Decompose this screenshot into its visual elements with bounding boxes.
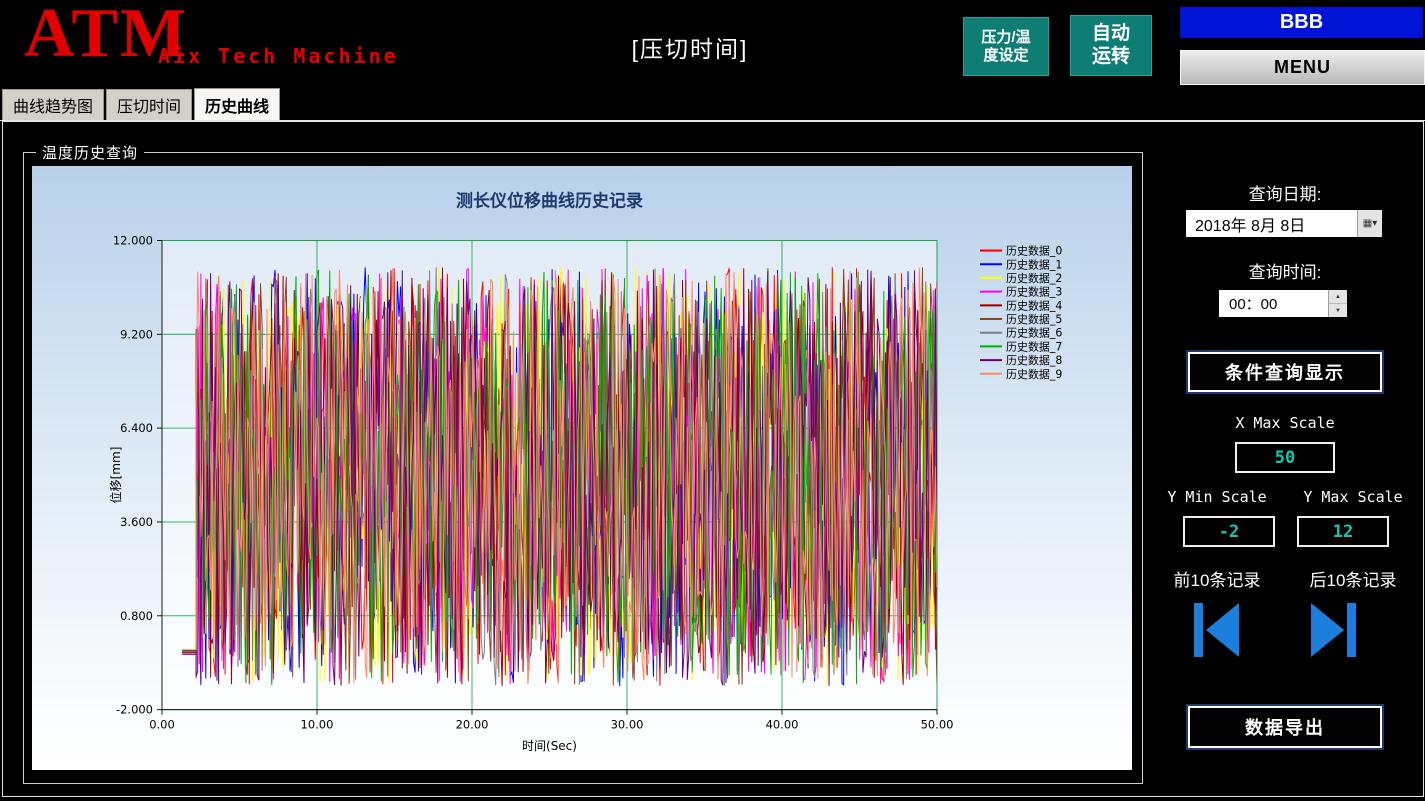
pressure-temp-settings-button[interactable]: 压力/温 度设定 [963,17,1049,76]
time-input[interactable]: 00：00 ▲ ▼ [1219,290,1347,317]
x-max-scale-label: X Max Scale [1235,414,1335,432]
svg-text:历史数据_5: 历史数据_5 [1006,312,1062,326]
svg-text:历史数据_1: 历史数据_1 [1006,257,1062,271]
svg-text:时间(Sec): 时间(Sec) [522,739,577,753]
svg-text:0.00: 0.00 [149,718,175,732]
spinner-up-icon[interactable]: ▲ [1329,290,1347,304]
temperature-history-groupbox: 温度历史查询 测长仪位移曲线历史记录 -2.000 0.800 3.600 6.400 9… [23,142,1143,784]
svg-text:6.400: 6.400 [120,421,153,435]
time-value: 00：00 [1229,296,1278,313]
query-display-button[interactable]: 条件查询显示 [1188,352,1382,392]
y-max-scale-input[interactable]: 12 [1297,516,1389,547]
date-picker[interactable]: 2018年 8月 8日 ▦▾ [1186,210,1382,237]
content-frame: 温度历史查询 测长仪位移曲线历史记录 -2.000 0.800 3.600 6.400 9… [2,121,1424,797]
svg-text:历史数据_7: 历史数据_7 [1006,339,1062,353]
svg-text:位移[mm]: 位移[mm] [108,447,123,504]
prev-records-label: 前10条记录 [1173,571,1261,590]
svg-text:历史数据_9: 历史数据_9 [1006,367,1062,381]
y-min-scale-label: Y Min Scale [1167,488,1267,506]
svg-text:历史数据_0: 历史数据_0 [1006,244,1062,258]
prev-page-icon[interactable] [1191,602,1243,658]
svg-text:9.200: 9.200 [120,327,153,341]
tab-curve-trend[interactable]: 曲线趋势图 [2,89,105,121]
svg-text:历史数据_2: 历史数据_2 [1006,271,1062,285]
next-records-label: 后10条记录 [1309,571,1397,590]
history-chart: 测长仪位移曲线历史记录 -2.000 0.800 3.600 6.400 9.200 12.… [32,166,1132,770]
pressure-temp-line1: 压力/温 [981,28,1031,46]
time-spinner: ▲ ▼ [1328,290,1347,317]
svg-text:3.600: 3.600 [120,515,153,529]
tab-press-time[interactable]: 压切时间 [106,89,193,121]
auto-run-line2: 运转 [1091,45,1130,67]
svg-text:50.00: 50.00 [921,718,954,732]
query-time-label: 查询时间: [1248,263,1322,282]
svg-text:40.00: 40.00 [766,718,799,732]
y-max-scale-label: Y Max Scale [1303,488,1403,506]
auto-run-line1: 自动 [1091,22,1130,44]
menu-button[interactable]: MENU [1180,50,1425,85]
next-page-icon[interactable] [1307,602,1359,658]
logo-subtitle: Aix Tech Machine [158,44,399,68]
page-title: [压切时间] [631,36,749,62]
svg-text:历史数据_4: 历史数据_4 [1006,298,1062,312]
pressure-temp-line2: 度设定 [983,46,1029,64]
y-min-scale-input[interactable]: -2 [1183,516,1275,547]
svg-text:历史数据_6: 历史数据_6 [1006,326,1062,340]
screen: ATM Aix Tech Machine [压切时间] 压力/温 度设定 自动 … [0,0,1425,801]
query-date-label: 查询日期: [1248,185,1322,204]
svg-text:12.000: 12.000 [113,233,153,247]
svg-text:30.00: 30.00 [611,718,644,732]
tabstrip: 曲线趋势图 压切时间 历史曲线 [2,88,282,121]
query-panel: 查询日期: 2018年 8月 8日 ▦▾ 查询时间: 00：00 ▲ ▼ 条件查… [1149,152,1421,782]
data-export-button[interactable]: 数据导出 [1188,706,1382,748]
bbb-indicator: BBB [1180,7,1423,38]
x-max-scale-input[interactable]: 50 [1235,442,1335,473]
svg-text:10.00: 10.00 [301,718,334,732]
svg-text:20.00: 20.00 [456,718,489,732]
date-value: 2018年 8月 8日 [1195,217,1306,235]
svg-text:0.800: 0.800 [120,609,153,623]
header: ATM Aix Tech Machine [压切时间] 压力/温 度设定 自动 … [0,0,1425,95]
spinner-down-icon[interactable]: ▼ [1329,304,1347,317]
svg-text:历史数据_3: 历史数据_3 [1006,285,1062,299]
calendar-dropdown-icon[interactable]: ▦▾ [1357,210,1382,237]
groupbox-title: 温度历史查询 [36,142,145,163]
svg-text:历史数据_8: 历史数据_8 [1006,353,1062,367]
tab-history-curve[interactable]: 历史曲线 [194,88,281,121]
svg-text:测长仪位移曲线历史记录: 测长仪位移曲线历史记录 [456,190,643,211]
auto-run-button[interactable]: 自动 运转 [1070,15,1152,76]
svg-text:-2.000: -2.000 [116,703,153,717]
